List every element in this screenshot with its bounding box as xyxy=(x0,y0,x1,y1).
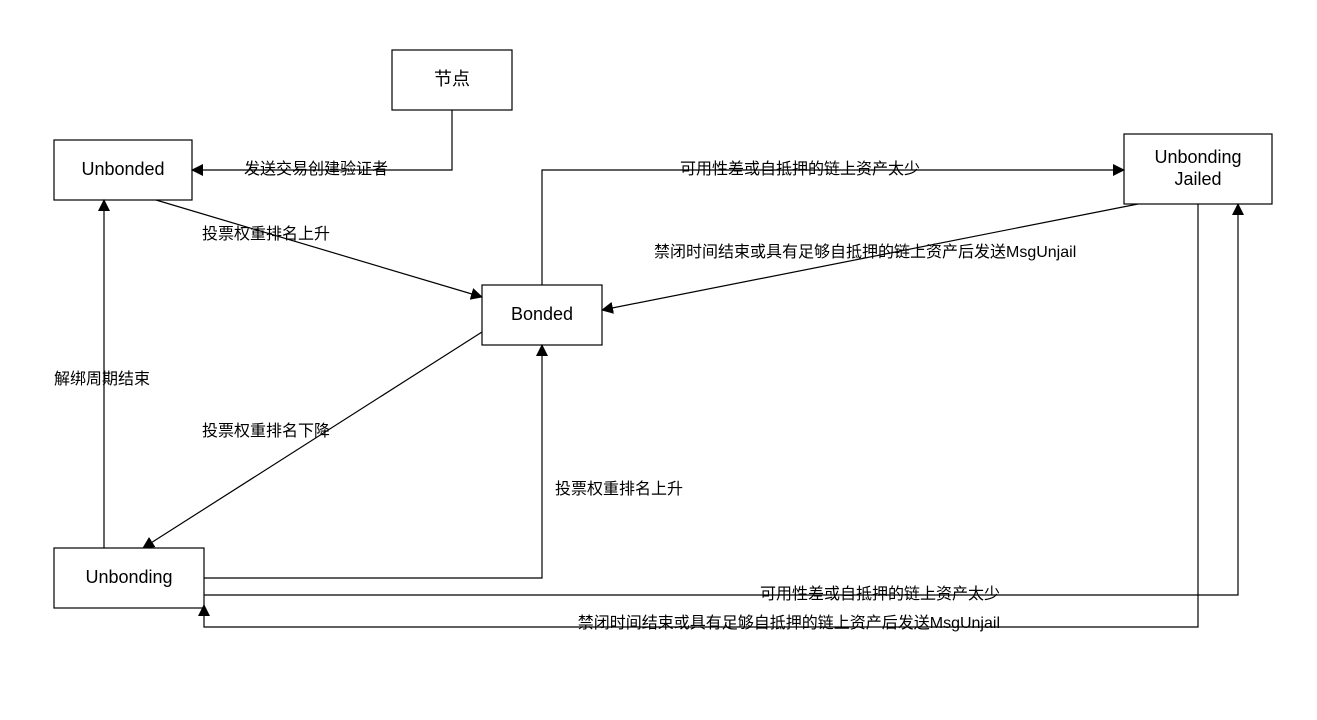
node-bonded-label: Bonded xyxy=(511,304,573,324)
edge-unbonding-to-jailed: 可用性差或自抵押的链上资产太少 xyxy=(204,204,1238,603)
edge-bonded-to-unbonding-label: 投票权重排名下降 xyxy=(202,422,330,440)
edge-unbonding-to-jailed-label: 可用性差或自抵押的链上资产太少 xyxy=(760,585,1000,603)
edge-bonded-to-jailed: 可用性差或自抵押的链上资产太少 xyxy=(542,160,1124,285)
node-unbonding-jailed-label-1: Unbonding xyxy=(1154,147,1241,167)
node-unbonded-label: Unbonded xyxy=(81,159,164,179)
edge-unbonding-to-bonded: 投票权重排名上升 xyxy=(204,345,683,578)
edge-node-to-unbonded: 发送交易创建验证者 xyxy=(192,110,452,178)
edge-unbonded-to-bonded: 投票权重排名上升 xyxy=(156,200,482,297)
edge-unbonding-to-unbonded: 解绑周期结束 xyxy=(54,200,150,548)
node-start: 节点 xyxy=(392,50,512,110)
edge-unbonding-to-bonded-label: 投票权重排名上升 xyxy=(555,480,683,498)
edge-node-to-unbonded-label: 发送交易创建验证者 xyxy=(244,160,388,178)
edge-jailed-to-bonded: 禁闭时间结束或具有足够自抵押的链上资产后发送MsgUnjail xyxy=(602,204,1138,310)
node-bonded: Bonded xyxy=(482,285,602,345)
edge-bonded-to-unbonding: 投票权重排名下降 xyxy=(143,332,482,548)
node-unbonded: Unbonded xyxy=(54,140,192,200)
edge-jailed-to-unbonding: 禁闭时间结束或具有足够自抵押的链上资产后发送MsgUnjail xyxy=(204,204,1198,632)
edge-jailed-to-bonded-label: 禁闭时间结束或具有足够自抵押的链上资产后发送MsgUnjail xyxy=(654,243,1076,261)
node-unbonding-jailed-label-2: Jailed xyxy=(1174,169,1221,189)
edge-unbonded-to-bonded-label: 投票权重排名上升 xyxy=(202,225,330,243)
edge-unbonding-to-unbonded-label: 解绑周期结束 xyxy=(54,370,150,388)
node-start-label: 节点 xyxy=(434,69,470,89)
edge-bonded-to-jailed-label: 可用性差或自抵押的链上资产太少 xyxy=(680,160,920,178)
node-unbonding-label: Unbonding xyxy=(85,567,172,587)
node-unbonding: Unbonding xyxy=(54,548,204,608)
edge-jailed-to-unbonding-label: 禁闭时间结束或具有足够自抵押的链上资产后发送MsgUnjail xyxy=(578,614,1000,632)
node-unbonding-jailed: Unbonding Jailed xyxy=(1124,134,1272,204)
state-diagram: 节点 Unbonded Bonded Unbonding Unbonding J… xyxy=(0,0,1317,720)
